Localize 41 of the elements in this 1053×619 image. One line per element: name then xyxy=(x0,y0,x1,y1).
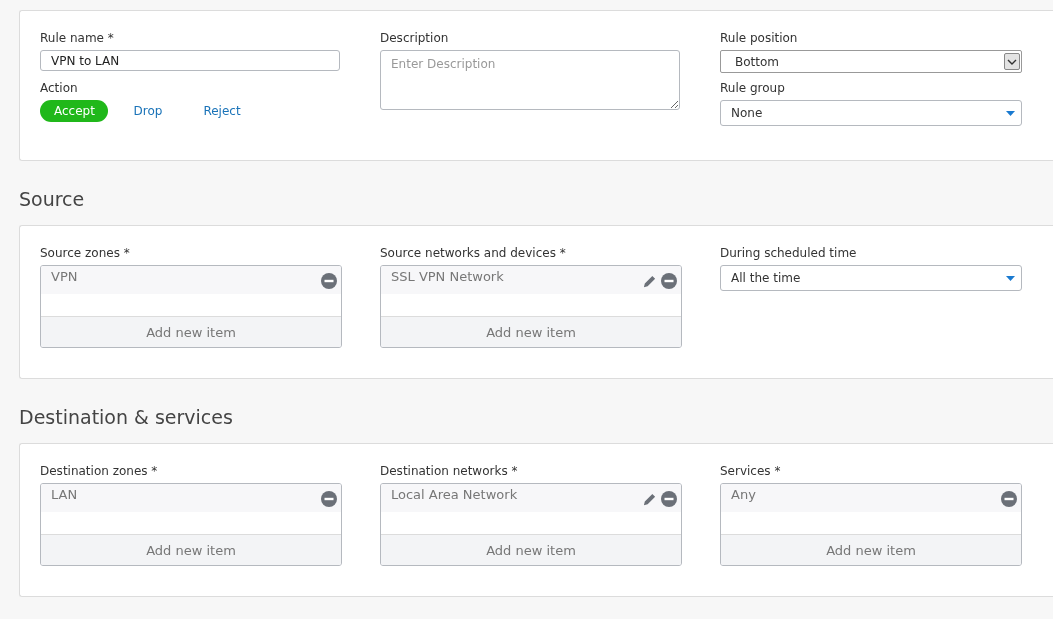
list-item[interactable]: LAN xyxy=(41,484,341,512)
add-item-button[interactable]: Add new item xyxy=(381,534,681,565)
remove-icon[interactable] xyxy=(1001,491,1017,507)
list-item[interactable]: Any xyxy=(721,484,1021,512)
dropdown-field[interactable]: None xyxy=(720,100,1022,126)
pencil-icon[interactable] xyxy=(642,273,657,289)
field-label: Rule group xyxy=(720,81,786,95)
field-label: During scheduled time xyxy=(720,246,858,260)
rule-name-field[interactable]: VPN to LAN xyxy=(40,50,340,71)
field-label: Services * xyxy=(720,464,782,478)
field-label: Action xyxy=(40,81,79,95)
add-item-button[interactable]: Add new item xyxy=(721,534,1021,565)
dropdown-field[interactable]: All the time xyxy=(720,265,1022,291)
add-item-button[interactable]: Add new item xyxy=(381,316,681,347)
field-label: Rule name * xyxy=(40,31,115,45)
list-item[interactable]: SSL VPN Network xyxy=(381,266,681,294)
add-item-button[interactable]: Add new item xyxy=(41,534,341,565)
action-option[interactable]: Accept xyxy=(40,100,108,122)
remove-icon[interactable] xyxy=(321,491,337,507)
add-item-button[interactable]: Add new item xyxy=(41,316,341,347)
field-label: Description xyxy=(380,31,450,45)
pencil-icon[interactable] xyxy=(642,491,657,507)
remove-icon[interactable] xyxy=(321,273,337,289)
field-label: Source zones * xyxy=(40,246,131,260)
field-label: Destination networks * xyxy=(380,464,519,478)
chevron-icon xyxy=(1004,53,1020,70)
caret-icon xyxy=(1006,110,1015,116)
caret-icon xyxy=(1006,275,1015,281)
list-item[interactable]: VPN xyxy=(41,266,341,294)
list-item[interactable]: Local Area Network xyxy=(381,484,681,512)
action-option[interactable]: Drop xyxy=(114,100,182,122)
field-label: Rule position xyxy=(720,31,799,45)
field-label: Destination zones * xyxy=(40,464,159,478)
remove-icon[interactable] xyxy=(661,491,677,507)
section-heading: Source xyxy=(19,188,86,212)
section-heading: Destination & services xyxy=(19,406,234,430)
description-field[interactable]: Enter Description xyxy=(380,50,680,110)
field-label: Source networks and devices * xyxy=(380,246,567,260)
remove-icon[interactable] xyxy=(661,273,677,289)
select-field[interactable]: Bottom xyxy=(720,50,1022,73)
action-option[interactable]: Reject xyxy=(188,100,256,122)
